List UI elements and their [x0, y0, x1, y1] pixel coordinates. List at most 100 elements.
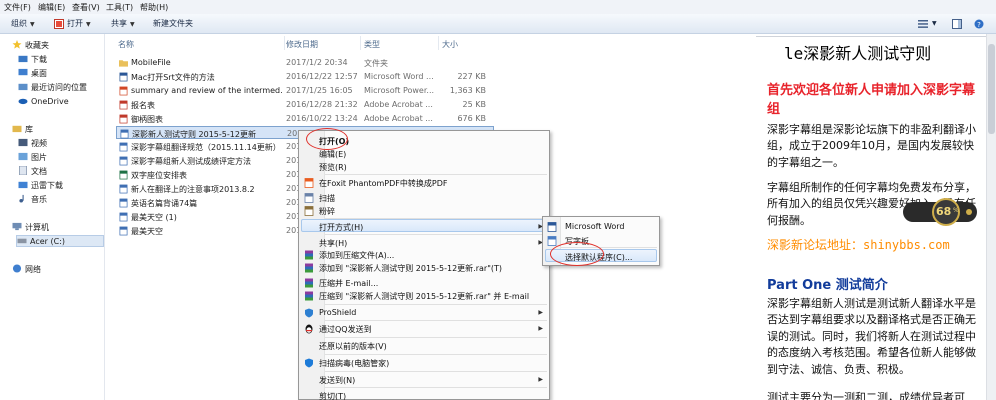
context-menu-item[interactable]: 添加到 "深影新人测试守则 2015-5-12更新.rar"(T): [299, 262, 549, 274]
nav-videos[interactable]: 视频: [18, 138, 47, 150]
context-menu-item[interactable]: 预览(R): [299, 161, 549, 173]
file-row[interactable]: summary and review of the intermed... 201…: [116, 84, 494, 97]
context-menu-item[interactable]: 压缩到 "深影新人测试守则 2015-5-12更新.rar" 并 E-mail: [299, 290, 549, 302]
library-icon: [12, 125, 22, 133]
doc-icon: [119, 184, 128, 194]
context-menu-item[interactable]: ProShield ▶: [299, 307, 549, 319]
doc-icon: [119, 212, 128, 222]
star-icon: [12, 40, 22, 49]
document-scrollbar[interactable]: [986, 34, 996, 400]
nav-downloads-label: 下载: [31, 55, 47, 64]
menu-bar: 文件(F) 编辑(E) 查看(V) 工具(T) 帮助(H): [0, 0, 996, 14]
organize-button[interactable]: 组织 ▼: [11, 18, 35, 29]
menu-separator: [325, 320, 547, 321]
preview-pane-icon[interactable]: [952, 19, 962, 29]
share-button[interactable]: 共享 ▼: [111, 18, 135, 29]
context-menu-item[interactable]: 发送到(N) ▶: [299, 374, 549, 386]
file-name: 深影字幕组新人测试成绩评定方法: [131, 157, 251, 166]
context-menu-item[interactable]: 编辑(E): [299, 148, 549, 160]
nav-onedrive[interactable]: OneDrive: [18, 96, 69, 108]
menu-file[interactable]: 文件(F): [4, 2, 31, 13]
context-menu-item[interactable]: 剪切(T): [299, 390, 549, 400]
column-separator: [284, 36, 285, 50]
context-menu-item[interactable]: 扫描病毒(电脑管家): [299, 357, 549, 369]
menu-separator: [325, 354, 547, 355]
chevron-down-icon: ▼: [30, 21, 35, 28]
context-menu-item[interactable]: 粉碎: [299, 205, 549, 217]
context-menu-item[interactable]: 打开方式(H) ▶: [299, 221, 549, 233]
menu-help[interactable]: 帮助(H): [140, 2, 168, 13]
qq-icon: [305, 324, 313, 334]
winrar-icon: [305, 291, 313, 301]
nav-onedrive-label: OneDrive: [31, 97, 69, 106]
context-menu-label: 通过QQ发送到: [319, 325, 372, 334]
winrar-icon: [305, 250, 313, 260]
shred-icon: [304, 206, 314, 216]
context-menu-item[interactable]: 添加到压缩文件(A)...: [299, 249, 549, 261]
nav-recent[interactable]: 最近访问的位置: [18, 82, 87, 94]
file-row[interactable]: Mac打开Srt文件的方法 2016/12/22 12:57 Microsoft W…: [116, 70, 494, 83]
nav-network[interactable]: 网络: [12, 264, 41, 276]
open-with-item[interactable]: Microsoft Word: [543, 221, 659, 233]
file-type: Microsoft Word ...: [364, 72, 434, 81]
context-menu-label: 剪切(T): [319, 392, 347, 400]
nav-xunlei[interactable]: 迅雷下载: [18, 180, 63, 192]
nav-favorites[interactable]: 收藏夹: [12, 40, 49, 52]
column-date[interactable]: 修改日期: [286, 39, 318, 50]
file-row[interactable]: MobileFile 2017/1/2 20:34 文件夹: [116, 56, 494, 69]
context-menu-item[interactable]: 扫描: [299, 192, 549, 204]
chevron-down-icon: ▼: [130, 21, 135, 28]
context-menu-label: ProShield: [319, 308, 357, 317]
context-menu-item[interactable]: 共享(H) ▶: [299, 237, 549, 249]
view-options-icon[interactable]: [918, 19, 928, 29]
menu-view[interactable]: 查看(V): [72, 2, 100, 13]
column-type[interactable]: 类型: [364, 39, 380, 50]
organize-label: 组织: [11, 19, 27, 28]
context-menu-item[interactable]: 还原以前的版本(V): [299, 340, 549, 352]
file-row[interactable]: 报名表 2016/12/28 21:32 Adobe Acrobat ... 25 K…: [116, 98, 494, 111]
nav-pictures-label: 图片: [31, 153, 47, 162]
context-menu-label: 编辑(E): [319, 150, 347, 159]
word-icon: [547, 222, 557, 232]
column-name[interactable]: 名称: [118, 39, 134, 50]
new-folder-button[interactable]: 新建文件夹: [153, 18, 193, 29]
context-menu-label: 压缩到 "深影新人测试守则 2015-5-12更新.rar" 并 E-mail: [319, 292, 530, 301]
context-menu-label: 粉碎: [319, 207, 335, 216]
open-button[interactable]: 打开 ▼: [67, 18, 91, 29]
nav-computer[interactable]: 计算机: [12, 222, 49, 234]
toolbar: 组织 ▼ 打开 ▼ 共享 ▼ 新建文件夹 ▼ ?: [0, 14, 996, 34]
context-menu-item[interactable]: 压缩并 E-mail...: [299, 277, 549, 289]
document-paragraph-cut: 测试主要分为一测和二测，成绩优异者可: [767, 391, 965, 400]
nav-music[interactable]: 音乐: [18, 194, 47, 206]
menu-tools[interactable]: 工具(T): [106, 2, 133, 13]
nav-desktop[interactable]: 桌面: [18, 68, 47, 80]
scrollbar-thumb[interactable]: [988, 44, 995, 134]
download-folder-icon: [18, 55, 28, 63]
winrar-icon: [305, 263, 313, 273]
nav-documents[interactable]: 文档: [18, 166, 47, 178]
forum-address: 深影新论坛地址：shinybbs.com: [767, 238, 950, 252]
nav-pictures[interactable]: 图片: [18, 152, 47, 164]
menu-edit[interactable]: 编辑(E): [38, 2, 65, 13]
computer-icon: [12, 222, 22, 231]
file-date: 2017/1/25 16:05: [286, 86, 353, 95]
help-icon[interactable]: ?: [974, 19, 984, 29]
file-name: 报名表: [131, 101, 155, 110]
pdf-icon: [119, 114, 128, 124]
view-dropdown-icon[interactable]: ▼: [932, 20, 937, 27]
column-size[interactable]: 大小: [442, 39, 458, 50]
download-icon: [18, 181, 28, 189]
context-menu-label: 在Foxit PhantomPDF中转换成PDF: [319, 179, 448, 188]
context-menu-item[interactable]: 通过QQ发送到 ▶: [299, 323, 549, 335]
word-icon: [119, 72, 128, 82]
file-name: 御柄图表: [131, 115, 163, 124]
nav-acer-drive[interactable]: Acer (C:): [16, 235, 104, 247]
speed-badge[interactable]: 68 %: [903, 197, 977, 227]
doc-icon: [120, 129, 129, 139]
file-row[interactable]: 御柄图表 2016/10/22 13:24 Adobe Acrobat ... 676…: [116, 112, 494, 125]
context-menu-item[interactable]: 在Foxit PhantomPDF中转换成PDF: [299, 177, 549, 189]
nav-downloads[interactable]: 下载: [18, 54, 47, 66]
context-menu-label: 还原以前的版本(V): [319, 342, 387, 351]
share-label: 共享: [111, 19, 127, 28]
nav-libraries[interactable]: 库: [12, 124, 33, 136]
